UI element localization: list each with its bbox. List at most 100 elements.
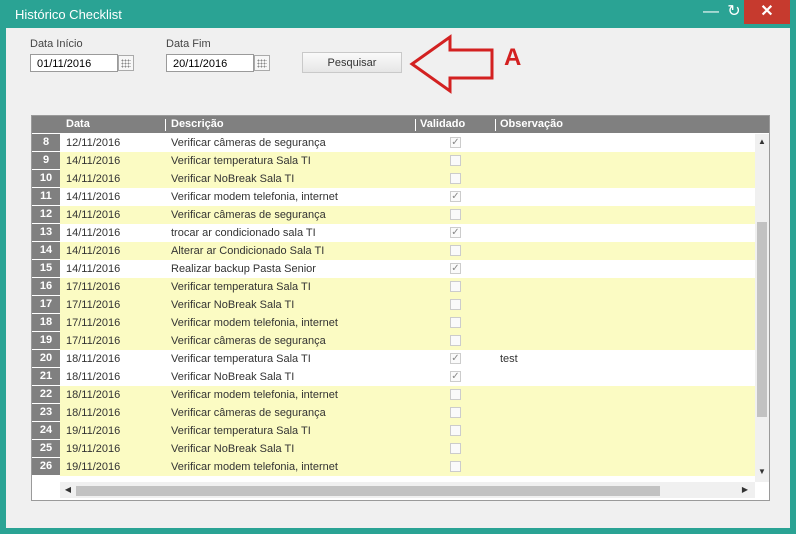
table-row[interactable]: 26 19/11/2016 Verificar modem telefonia, i… (32, 458, 755, 476)
validated-checkbox[interactable]: ✓ (450, 191, 461, 202)
row-number: 11 (32, 188, 60, 206)
validated-checkbox[interactable] (450, 389, 461, 400)
row-number: 24 (32, 422, 60, 440)
validated-checkbox[interactable] (450, 281, 461, 292)
date-cell: 14/11/2016 (66, 173, 121, 185)
calendar-icon[interactable] (254, 55, 270, 71)
table-row[interactable]: 14 14/11/2016 Alterar ar Condicionado Sala… (32, 242, 755, 260)
validated-checkbox[interactable] (450, 299, 461, 310)
validated-checkbox[interactable]: ✓ (450, 371, 461, 382)
grid-header: Data Descrição Validado Observação (32, 116, 769, 133)
date-cell: 17/11/2016 (66, 335, 121, 347)
validated-checkbox[interactable] (450, 317, 461, 328)
description-cell: Verificar câmeras de segurança (171, 335, 326, 347)
refresh-icon[interactable]: ↻ (722, 0, 746, 24)
validated-checkbox[interactable] (450, 407, 461, 418)
title-bar: Histórico Checklist — ↻ ✕ (0, 0, 796, 28)
column-header-description[interactable]: Descrição (171, 118, 224, 130)
description-cell: trocar ar condicionado sala TI (171, 227, 316, 239)
table-row[interactable]: 22 18/11/2016 Verificar modem telefonia, i… (32, 386, 755, 404)
table-row[interactable]: 15 14/11/2016 Realizar backup Pasta Senior… (32, 260, 755, 278)
search-button[interactable]: Pesquisar (302, 52, 402, 73)
end-date-field[interactable]: 20/11/2016 (166, 54, 254, 72)
table-row[interactable]: 19 17/11/2016 Verificar câmeras de seguran… (32, 332, 755, 350)
vertical-scrollbar[interactable]: ▲ ▼ (755, 134, 769, 482)
row-number: 13 (32, 224, 60, 242)
table-row[interactable]: 10 14/11/2016 Verificar NoBreak Sala TI (32, 170, 755, 188)
description-cell: Verificar temperatura Sala TI (171, 353, 311, 365)
validated-checkbox[interactable] (450, 443, 461, 454)
date-cell: 19/11/2016 (66, 425, 121, 437)
table-row[interactable]: 24 19/11/2016 Verificar temperatura Sala T… (32, 422, 755, 440)
row-number: 22 (32, 386, 60, 404)
table-row[interactable]: 12 14/11/2016 Verificar câmeras de seguran… (32, 206, 755, 224)
scroll-up-icon[interactable]: ▲ (757, 137, 767, 147)
validated-checkbox[interactable] (450, 461, 461, 472)
validated-checkbox[interactable] (450, 173, 461, 184)
checklist-grid: Data Descrição Validado Observação 8 12/1… (31, 115, 770, 501)
row-number: 8 (32, 134, 60, 152)
validated-checkbox[interactable]: ✓ (450, 353, 461, 364)
close-button[interactable]: ✕ (744, 0, 790, 24)
validated-checkbox[interactable]: ✓ (450, 263, 461, 274)
description-cell: Verificar câmeras de segurança (171, 407, 326, 419)
validated-checkbox[interactable]: ✓ (450, 137, 461, 148)
date-cell: 18/11/2016 (66, 371, 121, 383)
table-row[interactable]: 16 17/11/2016 Verificar temperatura Sala T… (32, 278, 755, 296)
table-row[interactable]: 23 18/11/2016 Verificar câmeras de seguran… (32, 404, 755, 422)
scroll-left-icon[interactable]: ◀ (63, 485, 73, 495)
scroll-down-icon[interactable]: ▼ (757, 467, 767, 477)
description-cell: Verificar temperatura Sala TI (171, 425, 311, 437)
row-number: 21 (32, 368, 60, 386)
table-row[interactable]: 9 14/11/2016 Verificar temperatura Sala TI (32, 152, 755, 170)
date-cell: 14/11/2016 (66, 191, 121, 203)
date-cell: 19/11/2016 (66, 461, 121, 473)
table-row[interactable]: 11 14/11/2016 Verificar modem telefonia, i… (32, 188, 755, 206)
date-cell: 14/11/2016 (66, 263, 121, 275)
table-row[interactable]: 17 17/11/2016 Verificar NoBreak Sala TI (32, 296, 755, 314)
row-number: 16 (32, 278, 60, 296)
description-cell: Verificar NoBreak Sala TI (171, 371, 295, 383)
column-separator (495, 119, 496, 131)
date-cell: 19/11/2016 (66, 443, 121, 455)
description-cell: Verificar temperatura Sala TI (171, 155, 311, 167)
table-row[interactable]: 21 18/11/2016 Verificar NoBreak Sala TI ✓ (32, 368, 755, 386)
table-row[interactable]: 20 18/11/2016 Verificar temperatura Sala T… (32, 350, 755, 368)
description-cell: Verificar NoBreak Sala TI (171, 443, 295, 455)
window-content: Data Início 01/11/2016 Data Fim 20/11/20… (6, 28, 790, 528)
description-cell: Verificar NoBreak Sala TI (171, 173, 295, 185)
table-row[interactable]: 25 19/11/2016 Verificar NoBreak Sala TI (32, 440, 755, 458)
table-row[interactable]: 8 12/11/2016 Verificar câmeras de seguranç… (32, 134, 755, 152)
validated-checkbox[interactable] (450, 335, 461, 346)
row-number: 25 (32, 440, 60, 458)
description-cell: Verificar modem telefonia, internet (171, 389, 338, 401)
observation-cell: test (500, 353, 518, 365)
column-header-date[interactable]: Data (66, 118, 90, 130)
validated-checkbox[interactable] (450, 209, 461, 220)
description-cell: Verificar modem telefonia, internet (171, 191, 338, 203)
date-cell: 18/11/2016 (66, 353, 121, 365)
row-number: 9 (32, 152, 60, 170)
horizontal-scrollbar[interactable]: ◀ ▶ (60, 482, 755, 498)
validated-checkbox[interactable] (450, 425, 461, 436)
scroll-right-icon[interactable]: ▶ (740, 485, 750, 495)
row-number: 14 (32, 242, 60, 260)
date-cell: 17/11/2016 (66, 317, 121, 329)
table-row[interactable]: 18 17/11/2016 Verificar modem telefonia, i… (32, 314, 755, 332)
start-date-field[interactable]: 01/11/2016 (30, 54, 118, 72)
column-header-observation[interactable]: Observação (500, 118, 563, 130)
table-row[interactable]: 13 14/11/2016 trocar ar condicionado sala … (32, 224, 755, 242)
column-header-validated[interactable]: Validado (420, 118, 465, 130)
validated-checkbox[interactable] (450, 245, 461, 256)
date-cell: 17/11/2016 (66, 281, 121, 293)
row-number: 12 (32, 206, 60, 224)
validated-checkbox[interactable]: ✓ (450, 227, 461, 238)
vertical-scroll-thumb[interactable] (757, 222, 767, 417)
date-cell: 18/11/2016 (66, 389, 121, 401)
horizontal-scroll-thumb[interactable] (76, 486, 660, 496)
validated-checkbox[interactable] (450, 155, 461, 166)
date-cell: 14/11/2016 (66, 245, 121, 257)
minimize-button[interactable]: — (697, 0, 725, 24)
calendar-icon[interactable] (118, 55, 134, 71)
date-cell: 14/11/2016 (66, 155, 121, 167)
